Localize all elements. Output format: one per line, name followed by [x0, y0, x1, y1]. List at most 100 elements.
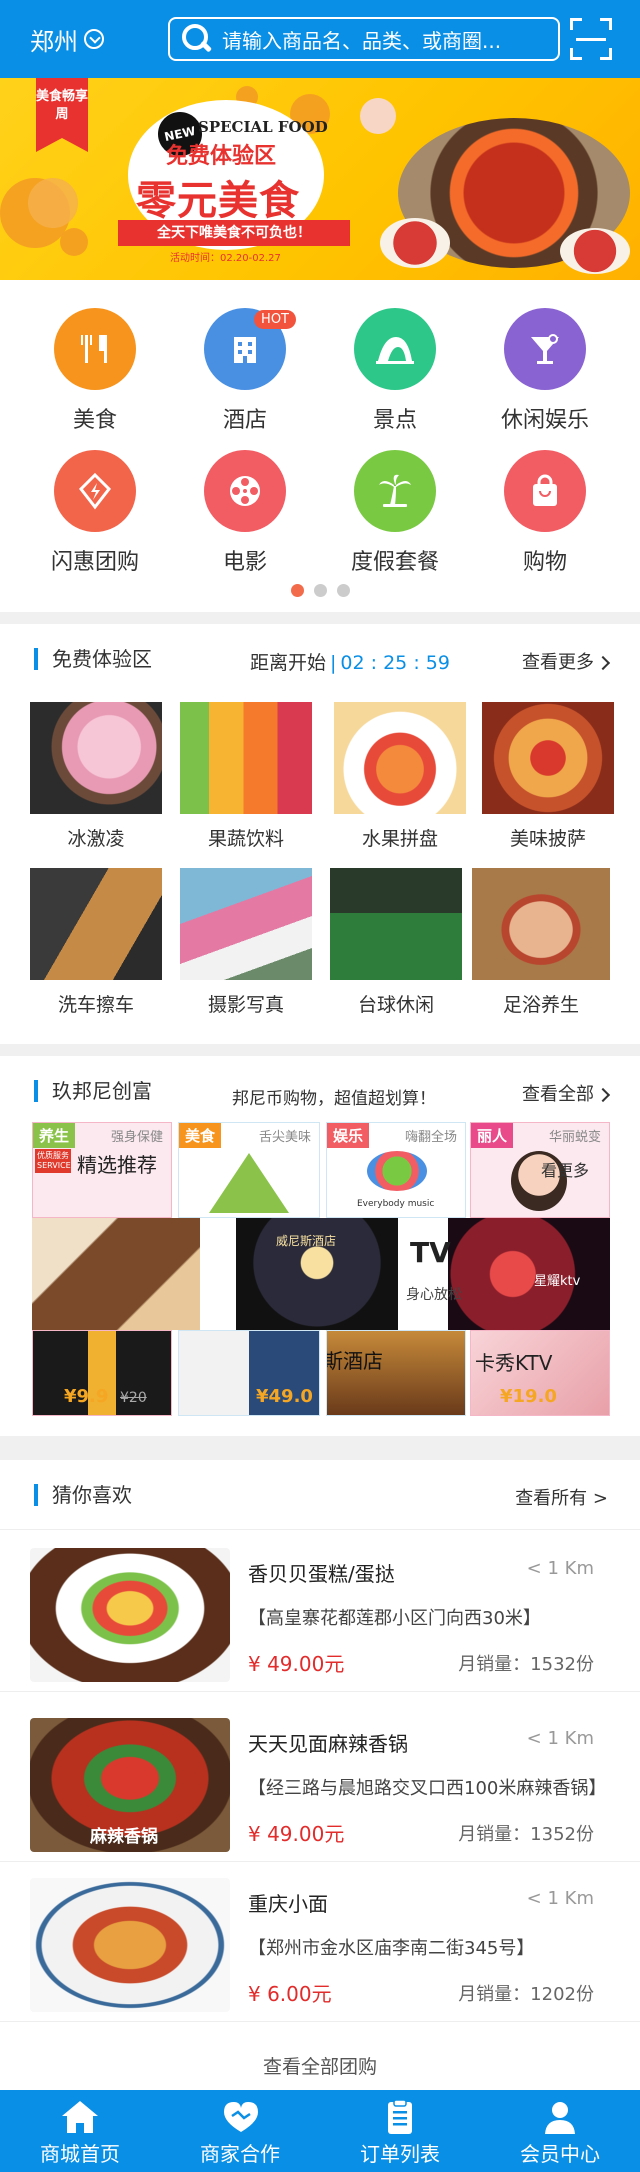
banner-slogan: 全天下唯美食不可负也！ — [118, 220, 350, 246]
category-hotel[interactable]: HOT 酒店 — [170, 308, 320, 434]
item-caption: 足浴养生 — [502, 994, 579, 1016]
trial-item[interactable]: 果蔬饮料 — [180, 702, 312, 851]
tab-home[interactable]: 商城首页 — [0, 2090, 160, 2172]
pager-dot[interactable] — [336, 584, 350, 597]
city-selector[interactable]: 郑州 — [30, 22, 130, 57]
bottom-tab-bar: 商城首页 商家合作 订单列表 会员中心 — [0, 2090, 640, 2172]
category-label: 度假套餐 — [350, 550, 439, 575]
trial-item[interactable]: 摄影写真 — [180, 868, 312, 1017]
shopping-bag-icon — [504, 450, 586, 532]
meat-plate-image — [560, 228, 630, 274]
landmark-icon — [354, 308, 436, 390]
tab-partner[interactable]: 商家合作 — [160, 2090, 320, 2172]
item-caption: 冰激凌 — [67, 828, 125, 850]
tile-hotel-night-image[interactable]: 威尼斯酒店 — [236, 1218, 398, 1330]
view-more-link[interactable]: 查看更多 — [522, 648, 611, 674]
item-image — [330, 868, 462, 980]
item-address: 【高皇寨花都莲郡小区门向西30米】 — [248, 1608, 541, 1629]
category-flash-deal[interactable]: 闪惠团购 — [20, 450, 170, 576]
list-item[interactable]: 重庆小面 < 1 Km 【郑州市金水区庙李南二街345号】 ¥ 6.00元 月销… — [0, 1860, 640, 2022]
category-vacation[interactable]: 度假套餐 — [320, 450, 470, 576]
list-item[interactable]: 麻辣香锅 天天见面麻辣香锅 < 1 Km 【经三路与晨旭路交叉口西100米麻辣香… — [0, 1700, 640, 1862]
film-reel-icon — [204, 450, 286, 532]
category-movie[interactable]: 电影 — [170, 450, 320, 576]
view-all-deals-button[interactable]: 查看全部团购 — [0, 2052, 640, 2079]
fork-knife-icon — [54, 308, 136, 390]
tile-wellness[interactable]: 养生 强身保健 精选推荐 优质服务 SERVICE — [32, 1122, 172, 1218]
countdown-label: 距离开始 — [250, 652, 327, 674]
search-placeholder: 请输入商品名、品类、或商圈... — [222, 28, 502, 53]
section-tagline: 邦尼币购物，超值超划算！ — [232, 1089, 436, 1109]
trial-item[interactable]: 美味披萨 — [482, 702, 614, 851]
item-caption: 摄影写真 — [207, 994, 284, 1016]
item-distance: < 1 Km — [526, 1728, 594, 1749]
tile-bbq-image[interactable] — [32, 1218, 200, 1330]
tab-label: 订单列表 — [360, 2142, 440, 2166]
item-image — [30, 1548, 230, 1682]
promo-banner[interactable]: 美食畅享周 NEW SPECIAL FOOD 免费体验区 零元美食 全天下唯美食… — [0, 78, 640, 280]
category-label: 酒店 — [222, 408, 267, 433]
jiubang-section: 玖邦尼创富 邦尼币购物，超值超划算！ 查看全部 养生 强身保健 精选推荐 优质服… — [0, 1056, 640, 1436]
scan-qr-icon[interactable] — [570, 18, 612, 60]
carousel-pager — [0, 582, 640, 601]
item-caption: 果蔬饮料 — [207, 828, 284, 850]
item-caption: 台球休闲 — [357, 994, 434, 1016]
trial-item[interactable]: 洗车擦车 — [30, 868, 162, 1017]
section-title: 玖邦尼创富 — [34, 1080, 152, 1102]
item-distance: < 1 Km — [526, 1888, 594, 1909]
tag-icon — [54, 450, 136, 532]
view-all-link[interactable]: 查看全部 — [522, 1080, 611, 1106]
trial-item[interactable]: 足浴养生 — [472, 868, 610, 1017]
tab-label: 商城首页 — [40, 2142, 120, 2166]
pager-dot-active[interactable] — [290, 584, 304, 597]
list-item[interactable]: 香贝贝蛋糕/蛋挞 < 1 Km 【高皇寨花都莲郡小区门向西30米】 ¥ 49.0… — [0, 1530, 640, 1692]
chevron-right-icon — [595, 1087, 611, 1103]
countdown-hours: 02 — [340, 652, 365, 674]
countdown: 距离开始 | 02 : 25 : 59 — [250, 652, 450, 674]
item-price: ¥ 49.00元 — [248, 1822, 345, 1846]
category-food[interactable]: 美食 — [20, 308, 170, 434]
top-header: 郑州 请输入商品名、品类、或商圈... — [0, 0, 640, 78]
tile-price: ¥49.0 — [256, 1386, 313, 1407]
category-entertainment[interactable]: 休闲娱乐 — [470, 308, 620, 434]
search-icon — [180, 22, 214, 56]
countdown-seconds: 59 — [425, 652, 450, 674]
pager-dot[interactable] — [313, 584, 327, 597]
item-caption: 洗车擦车 — [57, 994, 134, 1016]
tile-beauty[interactable]: 丽人 华丽蜕变 看更多 — [470, 1122, 610, 1218]
category-scenic[interactable]: 景点 — [320, 308, 470, 434]
item-address: 【郑州市金水区庙李南二街345号】 — [248, 1938, 535, 1959]
tile-ktv-image[interactable]: 星耀ktv — [448, 1218, 610, 1330]
chevron-right-icon — [595, 655, 611, 671]
item-name: 天天见面麻辣香锅 — [248, 1732, 408, 1756]
search-input[interactable]: 请输入商品名、品类、或商圈... — [168, 17, 560, 61]
hot-badge: HOT — [254, 310, 296, 329]
item-sales: 月销量：1202份 — [458, 1984, 594, 2005]
countdown-minutes: 25 — [383, 652, 408, 674]
tile-food[interactable]: 美食 舌尖美味 — [178, 1122, 320, 1218]
trial-item[interactable]: 台球休闲 — [330, 868, 462, 1017]
palm-tree-icon — [354, 450, 436, 532]
item-caption: 美味披萨 — [509, 828, 586, 850]
tab-orders[interactable]: 订单列表 — [320, 2090, 480, 2172]
category-label: 休闲娱乐 — [500, 408, 589, 433]
guess-section: 猜你喜欢 查看所有 > 香贝贝蛋糕/蛋挞 < 1 Km 【高皇寨花都莲郡小区门向… — [0, 1460, 640, 2090]
section-title: 猜你喜欢 — [34, 1484, 132, 1506]
category-label: 景点 — [372, 408, 417, 433]
section-title: 免费体验区 — [34, 648, 152, 670]
item-image — [30, 868, 162, 980]
tab-label: 会员中心 — [520, 2142, 600, 2166]
trial-item[interactable]: 冰激凌 — [30, 702, 162, 851]
trial-item[interactable]: 水果拼盘 — [334, 702, 466, 851]
item-address: 【经三路与晨旭路交叉口西100米麻辣香锅】 — [248, 1778, 607, 1799]
item-caption: 水果拼盘 — [361, 828, 438, 850]
view-all-link[interactable]: 查看所有 > — [515, 1484, 608, 1510]
tile-deal-3[interactable]: 威尼斯酒店 — [326, 1330, 466, 1416]
clipboard-list-icon — [380, 2098, 420, 2136]
free-trial-section: 免费体验区 距离开始 | 02 : 25 : 59 查看更多 冰激凌 果蔬饮料 水果… — [0, 624, 640, 1044]
item-sales: 月销量：1532份 — [458, 1654, 594, 1675]
tile-price: ¥9.9 — [64, 1386, 109, 1407]
tile-entertainment[interactable]: 娱乐 嗨翻全场 Everybody music — [326, 1122, 466, 1218]
tab-member[interactable]: 会员中心 — [480, 2090, 640, 2172]
category-shopping[interactable]: 购物 — [470, 450, 620, 576]
